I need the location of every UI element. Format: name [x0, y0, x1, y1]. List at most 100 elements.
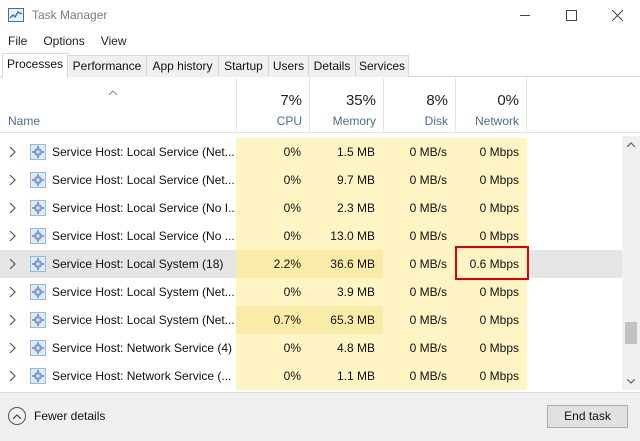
chevron-right-icon[interactable] — [9, 146, 19, 158]
task-manager-icon — [8, 8, 24, 22]
process-network: 0 Mbps — [455, 362, 527, 390]
chevron-right-icon[interactable] — [9, 230, 19, 242]
column-name-header[interactable]: Name — [8, 114, 40, 128]
process-memory: 1.5 MB — [309, 138, 383, 166]
process-memory: 36.6 MB — [309, 250, 383, 278]
process-cpu: 0% — [236, 194, 309, 222]
service-gear-icon — [30, 228, 46, 244]
process-network: 0 Mbps — [455, 166, 527, 194]
chevron-right-icon[interactable] — [9, 258, 19, 270]
service-gear-icon — [30, 368, 46, 384]
process-name: Service Host: Local Service (No ... — [52, 229, 235, 243]
minimize-icon[interactable] — [502, 0, 548, 31]
cpu-label: CPU — [276, 114, 302, 128]
process-name: Service Host: Local Service (Net... — [52, 145, 235, 159]
network-total: 0% — [497, 92, 519, 109]
chevron-right-icon[interactable] — [9, 202, 19, 214]
process-name: Service Host: Local System (18) — [52, 257, 224, 271]
network-label: Network — [474, 114, 519, 128]
scroll-down-icon[interactable] — [622, 373, 640, 390]
memory-label: Memory — [332, 114, 376, 128]
process-cpu: 0.7% — [236, 306, 309, 334]
process-name: Service Host: Local Service (Net... — [52, 173, 235, 187]
scroll-up-icon[interactable] — [622, 136, 640, 153]
menu-bar: File Options View — [0, 31, 135, 51]
process-cpu: 0% — [236, 278, 309, 306]
process-row[interactable]: Service Host: Network Service (4) 0% 4.8 M… — [0, 334, 622, 362]
sort-indicator-icon[interactable] — [108, 88, 118, 99]
tab-details[interactable]: Details — [308, 55, 356, 77]
column-memory-header[interactable]: 35% Memory — [309, 78, 383, 133]
chevron-right-icon[interactable] — [9, 342, 19, 354]
service-gear-icon — [30, 312, 46, 328]
end-task-button[interactable]: End task — [547, 405, 628, 428]
column-header: Name 7% CPU 35% Memory 8% Disk 0% Networ… — [0, 78, 640, 133]
process-network: 0 Mbps — [455, 306, 527, 334]
process-row[interactable]: Service Host: Local Service (Net... 0% 9.7… — [0, 166, 622, 194]
process-row[interactable]: Service Host: Local Service (No I... 0% 2.… — [0, 194, 622, 222]
service-gear-icon — [30, 200, 46, 216]
disk-label: Disk — [424, 114, 448, 128]
column-network-header[interactable]: 0% Network — [455, 78, 527, 133]
process-network: 0 Mbps — [455, 138, 527, 166]
process-network: 0 Mbps — [455, 278, 527, 306]
process-memory: 4.8 MB — [309, 334, 383, 362]
process-disk: 0 MB/s — [383, 194, 455, 222]
tab-startup[interactable]: Startup — [218, 55, 269, 77]
chevron-right-icon[interactable] — [9, 286, 19, 298]
process-name: Service Host: Local System (Net... — [52, 313, 235, 327]
scrollbar-thumb[interactable] — [625, 322, 637, 344]
maximize-icon[interactable] — [548, 0, 594, 31]
process-network: 0 Mbps — [455, 194, 527, 222]
tab-users[interactable]: Users — [268, 55, 309, 77]
chevron-right-icon[interactable] — [9, 174, 19, 186]
title-bar: Task Manager — [0, 0, 640, 31]
process-disk: 0 MB/s — [383, 222, 455, 250]
process-cpu: 2.2% — [236, 250, 309, 278]
process-row[interactable]: Service Host: Network Service (... 0% 1.1 … — [0, 362, 622, 390]
process-cpu: 0% — [236, 222, 309, 250]
cpu-total: 7% — [280, 92, 302, 109]
menu-view[interactable]: View — [93, 31, 135, 51]
disk-total: 8% — [426, 92, 448, 109]
column-disk-header[interactable]: 8% Disk — [383, 78, 455, 133]
process-row[interactable]: Service Host: Local System (Net... 0% 3.9 … — [0, 278, 622, 306]
service-gear-icon — [30, 284, 46, 300]
process-disk: 0 MB/s — [383, 278, 455, 306]
tab-services[interactable]: Services — [355, 55, 409, 77]
vertical-scrollbar[interactable] — [622, 136, 640, 390]
menu-options[interactable]: Options — [35, 31, 92, 51]
process-memory: 9.7 MB — [309, 166, 383, 194]
process-cpu: 0% — [236, 334, 309, 362]
chevron-up-circle-icon — [8, 407, 26, 425]
process-row[interactable]: Service Host: Local Service (Net... 0% 1.5… — [0, 138, 622, 166]
service-gear-icon — [30, 172, 46, 188]
close-icon[interactable] — [594, 0, 640, 31]
process-disk: 0 MB/s — [383, 138, 455, 166]
chevron-right-icon[interactable] — [9, 314, 19, 326]
network-highlight-box — [455, 246, 529, 280]
column-cpu-header[interactable]: 7% CPU — [236, 78, 309, 133]
process-row[interactable]: Service Host: Local System (Net... 0.7% 65… — [0, 306, 622, 334]
tab-strip: Processes Performance App history Startu… — [0, 53, 640, 78]
fewer-details-label: Fewer details — [34, 409, 106, 423]
process-cpu: 0% — [236, 166, 309, 194]
process-cpu: 0% — [236, 138, 309, 166]
tab-app-history[interactable]: App history — [146, 55, 219, 77]
service-gear-icon — [30, 340, 46, 356]
chevron-right-icon[interactable] — [9, 370, 19, 382]
tab-performance[interactable]: Performance — [67, 55, 147, 77]
service-gear-icon — [30, 256, 46, 272]
process-network: 0 Mbps — [455, 334, 527, 362]
footer-bar: Fewer details End task — [0, 392, 640, 441]
process-disk: 0 MB/s — [383, 166, 455, 194]
process-memory: 2.3 MB — [309, 194, 383, 222]
tab-processes[interactable]: Processes — [2, 53, 68, 78]
process-memory: 3.9 MB — [309, 278, 383, 306]
memory-total: 35% — [345, 92, 376, 109]
menu-file[interactable]: File — [0, 31, 35, 51]
fewer-details-button[interactable]: Fewer details — [8, 407, 105, 425]
process-cpu: 0% — [236, 362, 309, 390]
window-title: Task Manager — [32, 8, 108, 22]
process-disk: 0 MB/s — [383, 306, 455, 334]
